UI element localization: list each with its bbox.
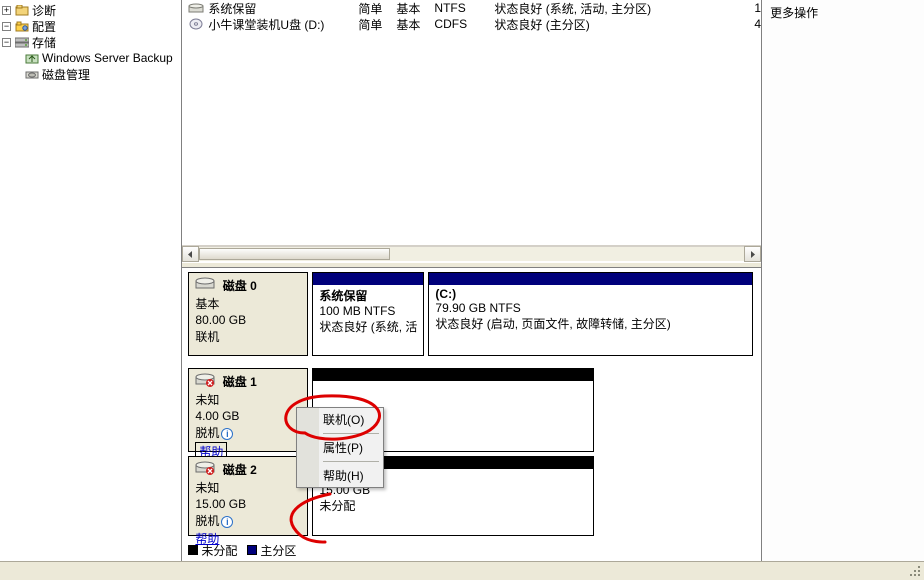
- disk-size: 80.00 GB: [195, 313, 301, 327]
- partition[interactable]: 系统保留 100 MB NTFS 状态良好 (系统, 活: [312, 272, 424, 356]
- vol-extra: 1: [754, 1, 761, 15]
- vol-name: 小牛课堂装机U盘 (D:): [208, 16, 358, 33]
- disk-icon: [195, 277, 215, 291]
- nav-tree: + 诊断 − 配置 − 存储 Windows Server Backu: [0, 0, 182, 561]
- volume-list: 系统保留 简单 基本 NTFS 状态良好 (系统, 活动, 主分区) 1 小牛课…: [182, 0, 761, 262]
- disk-info[interactable]: 磁盘 0 基本 80.00 GB 联机: [188, 272, 308, 356]
- actions-pane: 更多操作: [762, 0, 924, 561]
- scroll-thumb[interactable]: [199, 248, 390, 260]
- partition[interactable]: (C:) 79.90 GB NTFS 状态良好 (启动, 页面文件, 故障转储,…: [428, 272, 753, 356]
- vol-type: 基本: [396, 0, 434, 17]
- vol-extra: 4: [754, 17, 761, 31]
- partition-header: [429, 273, 752, 285]
- disk-kind: 基本: [195, 295, 301, 312]
- legend-label: 未分配: [201, 544, 237, 558]
- tree-item-diagnostics[interactable]: + 诊断: [0, 2, 181, 18]
- partition-header: [313, 369, 593, 381]
- backup-icon: [24, 51, 40, 65]
- tree-label: Windows Server Backup: [42, 51, 173, 65]
- tree-item-wsb[interactable]: Windows Server Backup: [0, 50, 181, 66]
- disk-warn-icon: [195, 461, 215, 475]
- menu-item-help[interactable]: 帮助(H): [297, 464, 383, 487]
- disk-warn-icon: [195, 373, 215, 387]
- menu-separator: [323, 461, 379, 462]
- disk-row: 磁盘 2 未知 15.00 GB 脱机i 帮助 15.00 GB 未分配: [188, 456, 753, 536]
- menu-separator: [323, 433, 379, 434]
- volume-row[interactable]: 系统保留 简单 基本 NTFS 状态良好 (系统, 活动, 主分区) 1: [182, 0, 761, 16]
- disk-size: 15.00 GB: [195, 497, 301, 511]
- context-menu: 联机(O) 属性(P) 帮助(H): [296, 407, 384, 488]
- disk-title: 磁盘 1: [223, 373, 257, 390]
- tree-item-diskmgmt[interactable]: 磁盘管理: [0, 66, 181, 82]
- state-text: 脱机: [195, 426, 219, 440]
- scroll-right-button[interactable]: [744, 246, 761, 262]
- disk-state: 脱机i: [195, 512, 301, 529]
- disk-size: 4.00 GB: [195, 409, 301, 423]
- more-actions-link[interactable]: 更多操作: [770, 4, 916, 21]
- expand-icon[interactable]: +: [2, 6, 11, 15]
- config-icon: [14, 19, 30, 33]
- tree-label: 存储: [32, 34, 56, 51]
- legend-swatch-primary: [247, 545, 257, 555]
- tree-label: 诊断: [32, 2, 56, 19]
- vol-layout: 简单: [358, 0, 396, 17]
- info-icon[interactable]: i: [221, 516, 233, 528]
- h-scrollbar[interactable]: [182, 245, 761, 262]
- vol-fs: NTFS: [434, 1, 494, 15]
- tree-label: 磁盘管理: [42, 66, 90, 83]
- tree-label: 配置: [32, 18, 56, 35]
- part-status: 未分配: [319, 497, 587, 514]
- disk-state: 脱机i: [195, 424, 301, 441]
- disk-state: 联机: [195, 328, 301, 345]
- tree-item-config[interactable]: − 配置: [0, 18, 181, 34]
- diagnostics-icon: [14, 3, 30, 17]
- part-title: 系统保留: [319, 287, 417, 304]
- disk-info[interactable]: 磁盘 1 未知 4.00 GB 脱机i 帮助: [188, 368, 308, 452]
- info-icon[interactable]: i: [221, 428, 233, 440]
- scroll-track[interactable]: [199, 246, 744, 262]
- disk-kind: 未知: [195, 479, 301, 496]
- part-sub: 100 MB NTFS: [319, 304, 417, 318]
- disk-row: 磁盘 0 基本 80.00 GB 联机 系统保留 100 MB NTFS 状态良…: [188, 272, 753, 356]
- scroll-left-button[interactable]: [182, 246, 199, 262]
- vol-fs: CDFS: [434, 17, 494, 31]
- legend: 未分配 主分区: [188, 542, 296, 559]
- status-bar: [0, 561, 924, 580]
- disk-mgmt-icon: [24, 67, 40, 81]
- disk-kind: 未知: [195, 391, 301, 408]
- vol-name: 系统保留: [208, 0, 358, 17]
- resize-grip-icon[interactable]: [908, 564, 922, 578]
- part-status: 状态良好 (启动, 页面文件, 故障转储, 主分区): [435, 315, 746, 332]
- disk-title: 磁盘 2: [223, 461, 257, 478]
- tree-item-storage[interactable]: − 存储: [0, 34, 181, 50]
- storage-icon: [14, 35, 30, 49]
- disk-info[interactable]: 磁盘 2 未知 15.00 GB 脱机i 帮助: [188, 456, 308, 536]
- disk-title: 磁盘 0: [223, 277, 257, 294]
- center-pane: 系统保留 简单 基本 NTFS 状态良好 (系统, 活动, 主分区) 1 小牛课…: [182, 0, 762, 561]
- part-title: (C:): [435, 287, 746, 301]
- volume-row[interactable]: 小牛课堂装机U盘 (D:) 简单 基本 CDFS 状态良好 (主分区) 4: [182, 16, 761, 32]
- volume-icon: [188, 2, 204, 14]
- expand-icon[interactable]: −: [2, 22, 11, 31]
- cd-icon: [188, 18, 204, 30]
- vol-layout: 简单: [358, 16, 396, 33]
- part-sub: 79.90 GB NTFS: [435, 301, 746, 315]
- legend-swatch-unalloc: [188, 545, 198, 555]
- legend-label: 主分区: [260, 544, 296, 558]
- collapse-icon[interactable]: −: [2, 38, 11, 47]
- menu-item-properties[interactable]: 属性(P): [297, 436, 383, 459]
- disk-graphical-view: 磁盘 0 基本 80.00 GB 联机 系统保留 100 MB NTFS 状态良…: [182, 268, 761, 561]
- vol-type: 基本: [396, 16, 434, 33]
- part-status: 状态良好 (系统, 活: [319, 318, 417, 335]
- vol-status: 状态良好 (系统, 活动, 主分区): [494, 0, 754, 17]
- menu-item-online[interactable]: 联机(O): [297, 408, 383, 431]
- vol-status: 状态良好 (主分区): [494, 16, 754, 33]
- disk-row: 磁盘 1 未知 4.00 GB 脱机i 帮助: [188, 368, 753, 452]
- partition-header: [313, 273, 423, 285]
- state-text: 脱机: [195, 514, 219, 528]
